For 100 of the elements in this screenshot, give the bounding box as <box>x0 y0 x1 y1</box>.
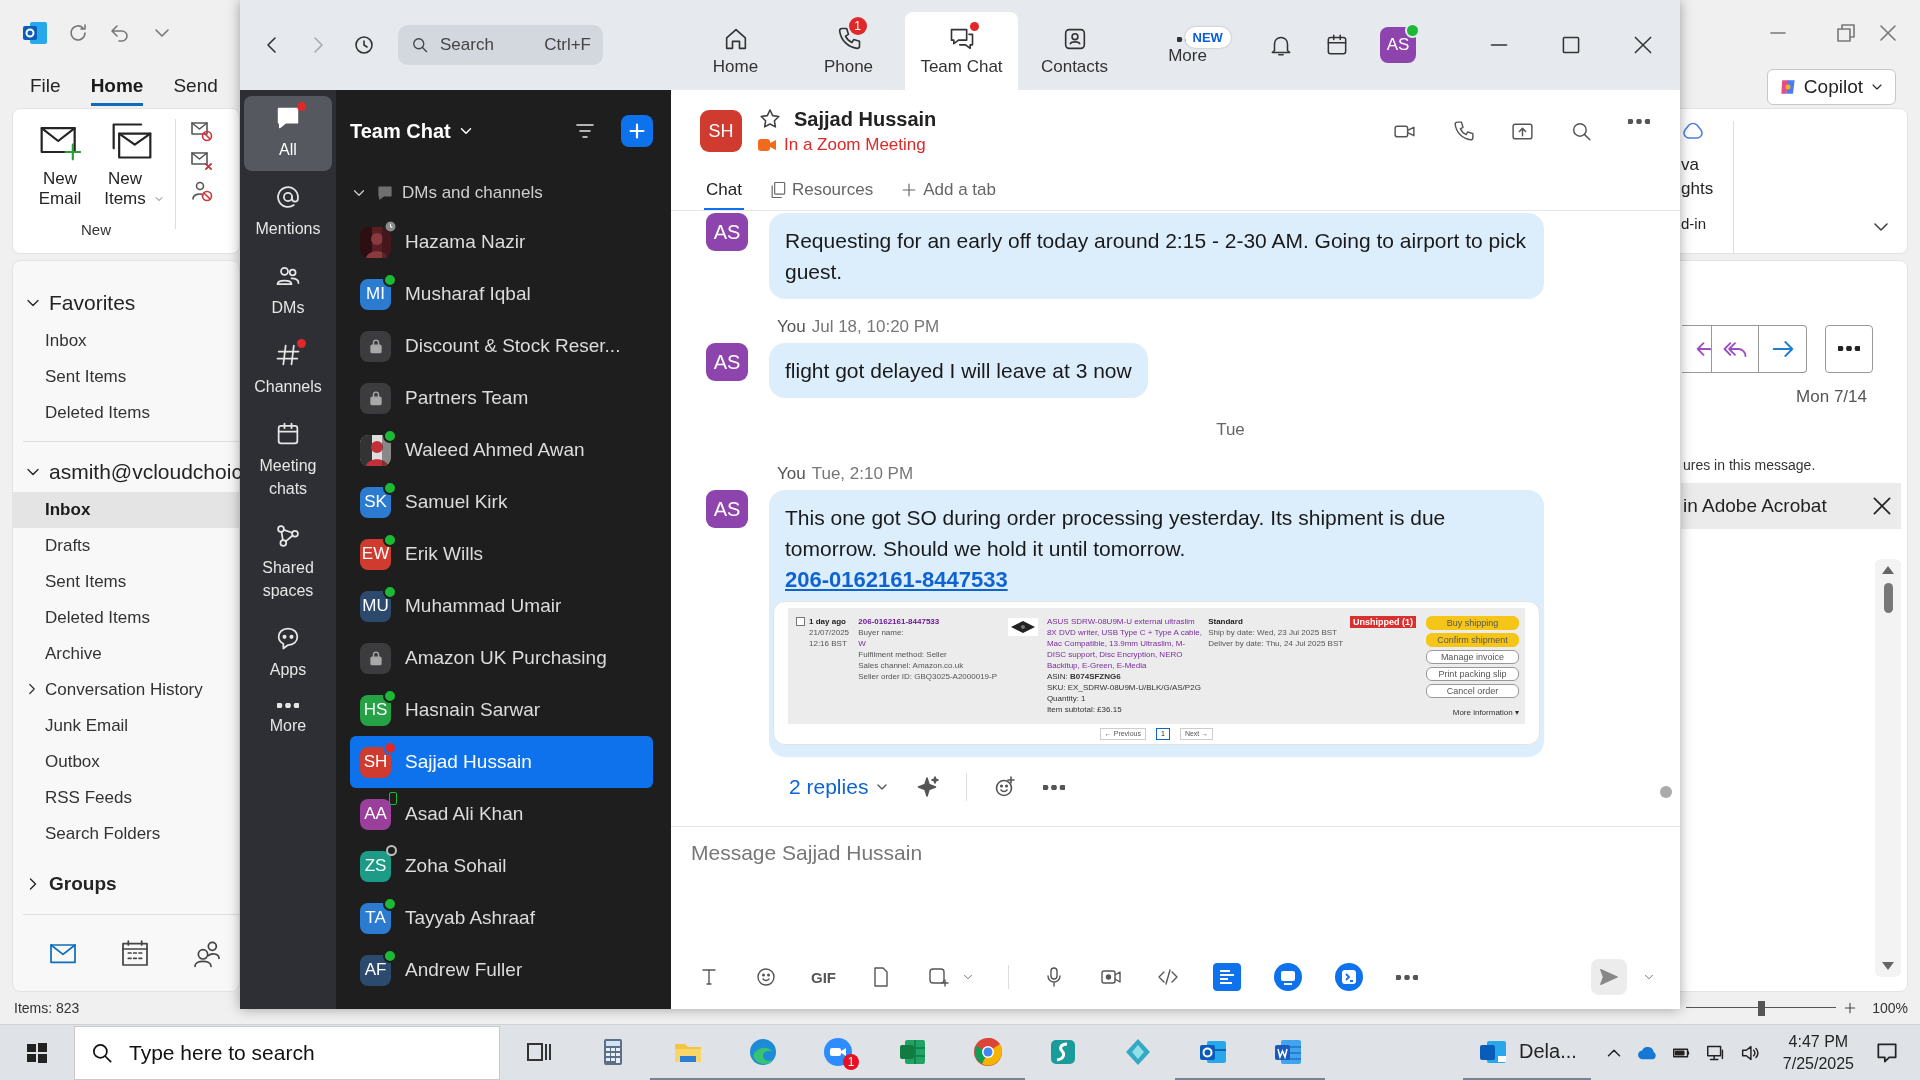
start-icon[interactable] <box>25 1041 49 1065</box>
chat-list-item[interactable]: MI Musharaf Iqbal <box>350 268 653 320</box>
rail-item[interactable]: Meeting chats <box>244 412 332 510</box>
chat-list-item[interactable]: AA Asad Ali Khan <box>350 788 653 840</box>
profile-avatar[interactable]: AS <box>1380 27 1416 63</box>
action-button[interactable]: Manage invoice <box>1425 650 1519 664</box>
folder-item[interactable]: RSS Feeds <box>13 779 239 816</box>
zoom-slider[interactable] <box>1686 1000 1837 1015</box>
nav-tab[interactable]: Contacts <box>1018 12 1131 90</box>
rail-item[interactable]: More <box>244 695 332 747</box>
rail-item[interactable]: Mentions <box>244 175 332 250</box>
more-icon[interactable] <box>1396 974 1418 980</box>
scroll-up-icon[interactable] <box>1881 564 1895 575</box>
ribbon-tab[interactable]: File <box>30 68 61 106</box>
screen-app-icon[interactable] <box>1274 963 1302 991</box>
folder-item[interactable]: Archive <box>13 635 239 672</box>
folder-item[interactable]: Sent Items <box>13 358 239 395</box>
folder-item[interactable]: Inbox <box>13 322 239 359</box>
search-field[interactable]: Search Ctrl+F <box>398 25 603 65</box>
folder-item[interactable]: Deleted Items <box>13 394 239 431</box>
folder-section-header[interactable]: asmith@vcloudchoic <box>13 451 239 492</box>
rail-item[interactable]: DMs <box>244 254 332 329</box>
chat-list-item[interactable]: SH Sajjad Hussain <box>350 736 653 788</box>
action-button[interactable]: Print packing slip <box>1425 667 1519 681</box>
chat-tab[interactable]: Add a tab <box>897 172 998 210</box>
screenshot-icon[interactable] <box>926 965 950 989</box>
ribbon-button[interactable]: New Email <box>27 169 93 210</box>
nav-tab[interactable]: 1 Phone <box>792 12 905 90</box>
rail-item[interactable]: Apps <box>244 616 332 691</box>
envelope-block-icon[interactable] <box>190 119 214 144</box>
folder-item[interactable]: Junk Email <box>13 707 239 744</box>
scrollbar[interactable] <box>1875 558 1901 977</box>
rail-item[interactable]: Shared spaces <box>244 514 332 612</box>
chat-list-item[interactable]: ZS Zoha Sohail <box>350 840 653 892</box>
more-icon[interactable] <box>1043 784 1066 790</box>
action-button[interactable]: Confirm shipment <box>1425 633 1519 647</box>
chat-list-item[interactable]: MU Muhammad Umair <box>350 580 653 632</box>
ribbon-button[interactable]: New Items <box>99 169 165 210</box>
more-info-link[interactable]: More information ▾ <box>1425 707 1519 718</box>
rail-item[interactable]: Channels <box>244 333 332 408</box>
folder-item[interactable]: Conversation History <box>13 671 239 708</box>
phone-icon[interactable] <box>1451 118 1476 144</box>
panel-title[interactable]: Team Chat <box>350 119 475 143</box>
ribbon-button[interactable]: va ghts <box>1681 153 1725 202</box>
ribbon-tab[interactable]: Home <box>90 68 144 106</box>
chat-list-item[interactable]: AF Andrew Fuller <box>350 944 653 996</box>
chat-tab[interactable]: Resources <box>765 172 876 210</box>
clock-date[interactable]: 7/25/2025 <box>1782 1053 1854 1075</box>
history-icon[interactable] <box>352 33 376 57</box>
notes-icon[interactable] <box>1213 963 1241 991</box>
add-reaction-icon[interactable] <box>993 775 1018 799</box>
section-header[interactable]: DMs and channels <box>336 172 671 214</box>
sparkle-icon[interactable] <box>916 775 941 799</box>
chat-list-item[interactable]: TA Tayyab Ashraaf <box>350 892 653 944</box>
star-icon[interactable] <box>758 107 782 131</box>
person-block-icon[interactable] <box>190 179 214 204</box>
scroll-down-icon[interactable] <box>1881 960 1895 971</box>
nav-tab[interactable]: Team Chat <box>905 12 1018 90</box>
chat-list-item[interactable]: Discount & Stock Reser... <box>350 320 653 372</box>
action-button[interactable]: Buy shipping <box>1425 616 1519 630</box>
rail-item[interactable]: All <box>244 96 332 171</box>
emoji-icon[interactable] <box>754 965 778 989</box>
ribbon-tab[interactable]: Send <box>173 68 218 106</box>
chat-list-item[interactable]: Partners Team <box>350 372 653 424</box>
nav-tab[interactable]: Home <box>679 12 792 90</box>
image-attachment[interactable] <box>773 601 1540 745</box>
chat-list-item[interactable]: Amazon UK Purchasing <box>350 632 653 684</box>
copilot-button[interactable]: Copilot <box>1766 69 1896 106</box>
clips-app-icon[interactable] <box>1335 963 1363 991</box>
replies-link[interactable]: 2 replies <box>789 775 891 799</box>
chat-list-item[interactable]: HS Hasnain Sarwar <box>350 684 653 736</box>
chat-list-item[interactable]: Waleed Ahmed Awan <box>350 424 653 476</box>
more-button[interactable] <box>1825 324 1873 373</box>
scroll-thumb[interactable] <box>1883 582 1893 613</box>
taskbar-button[interactable]: Dela... <box>1463 1025 1591 1080</box>
folder-item[interactable]: Deleted Items <box>13 599 239 636</box>
order-link[interactable]: 206-0162161-8447533 <box>785 564 1008 595</box>
folder-item[interactable]: Search Folders <box>13 815 239 852</box>
send-button[interactable] <box>1591 959 1627 995</box>
clock-time[interactable]: 4:47 PM <box>1788 1031 1849 1053</box>
folder-section-header[interactable]: Groups <box>13 863 239 904</box>
nav-tab[interactable]: NEW More <box>1131 12 1244 90</box>
new-chat-button[interactable] <box>621 115 653 147</box>
chat-list-item[interactable]: Hazama Nazir <box>350 216 653 268</box>
folder-section-header[interactable]: Favorites <box>13 282 239 323</box>
folder-item[interactable]: Inbox <box>13 491 239 528</box>
gif-button[interactable]: GIF <box>811 968 836 986</box>
taskbar-button[interactable]: 1 <box>800 1025 875 1080</box>
action-button[interactable]: Cancel order <box>1425 684 1519 698</box>
search-field[interactable]: Type here to search <box>74 1026 500 1080</box>
chat-tab[interactable]: Chat <box>704 172 744 210</box>
scroll-thumb[interactable] <box>1660 786 1672 798</box>
mail-app-icon[interactable] <box>22 20 48 47</box>
folder-item[interactable]: Sent Items <box>13 563 239 600</box>
folder-item[interactable]: Drafts <box>13 527 239 564</box>
chat-list-item[interactable]: SK Samuel Kirk <box>350 476 653 528</box>
more-icon[interactable] <box>1628 118 1650 124</box>
slider-thumb[interactable] <box>1758 1000 1766 1016</box>
chat-list-item[interactable]: EW Erik Wills <box>350 528 653 580</box>
folder-item[interactable]: Outbox <box>13 743 239 780</box>
